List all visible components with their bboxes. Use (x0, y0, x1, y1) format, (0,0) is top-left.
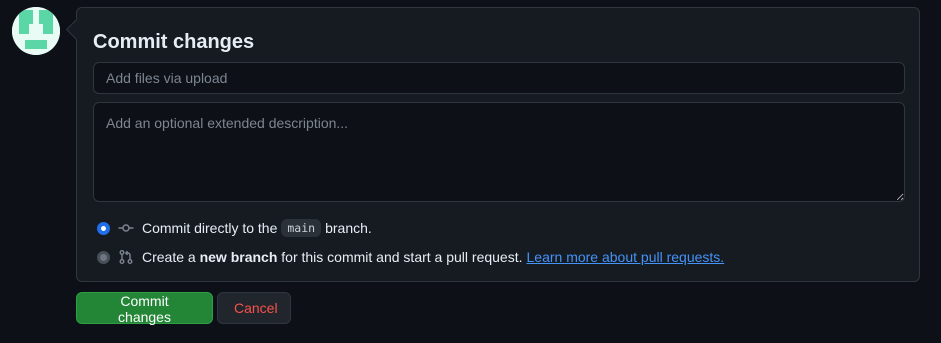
new-branch-prefix: Create a (142, 249, 196, 265)
cancel-button[interactable]: Cancel (217, 292, 291, 324)
branch-name-chip: main (281, 219, 322, 237)
commit-direct-option[interactable]: Commit directly to the main branch. (97, 217, 372, 239)
commit-changes-button[interactable]: Commit changes (76, 292, 213, 325)
panel-caret (65, 18, 88, 41)
commit-direct-radio[interactable] (97, 221, 110, 235)
learn-more-link[interactable]: Learn more about pull requests. (527, 249, 725, 265)
avatar (12, 7, 60, 55)
git-pull-request-icon (119, 250, 133, 264)
git-commit-icon (118, 224, 134, 232)
commit-summary-input[interactable] (93, 62, 905, 94)
new-branch-radio[interactable] (97, 250, 110, 264)
commit-form-panel: Commit changes Commit directly to the ma… (65, 7, 920, 282)
new-branch-option[interactable]: Create a new branch for this commit and … (97, 246, 724, 268)
new-branch-bold: new branch (199, 249, 278, 265)
identicon-avatar (12, 7, 60, 55)
commit-direct-suffix: branch. (325, 220, 372, 236)
commit-description-textarea[interactable] (93, 102, 905, 202)
commit-direct-prefix: Commit directly to the (142, 220, 278, 236)
form-title: Commit changes (93, 31, 255, 53)
new-branch-suffix: for this commit and start a pull request… (281, 249, 523, 265)
